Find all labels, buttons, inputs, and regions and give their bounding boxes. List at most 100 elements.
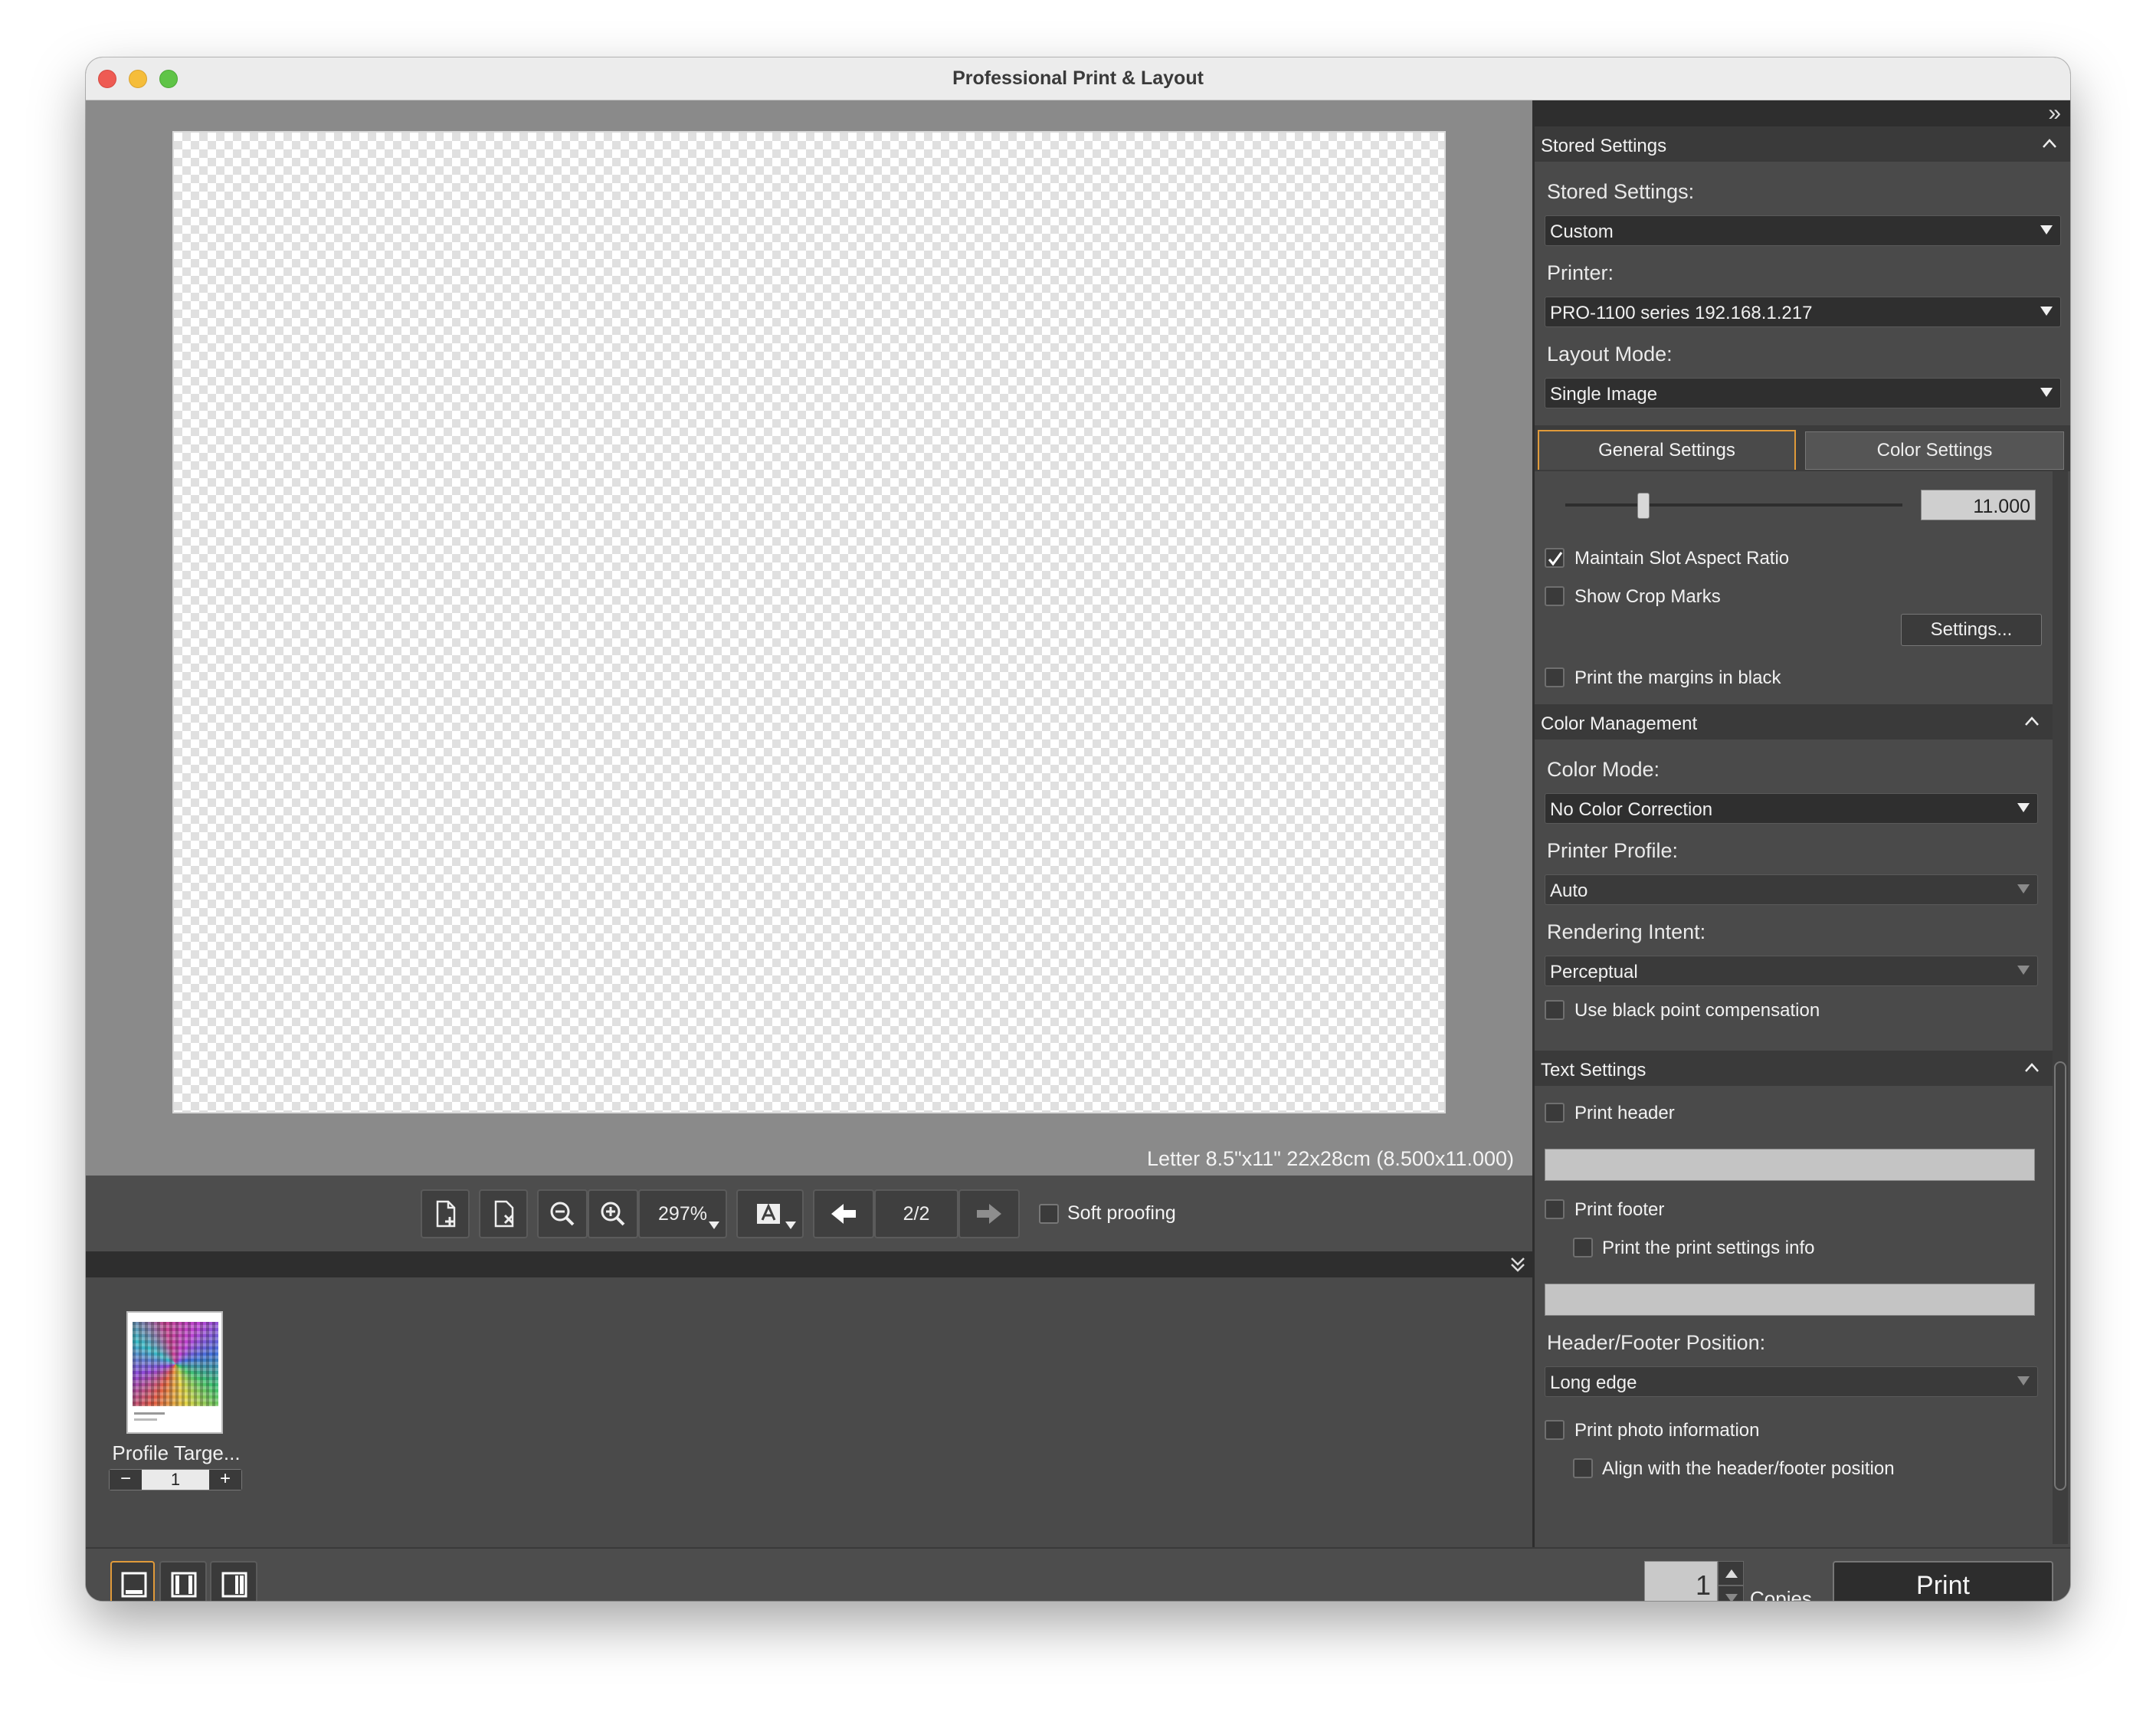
copies-down-button[interactable] [1718,1585,1744,1601]
black-point-compensation-checkbox[interactable] [1545,1000,1565,1020]
zoom-in-icon [601,1202,625,1226]
stored-settings-dropdown[interactable]: Custom [1545,215,2061,246]
stored-settings-value: Custom [1550,221,1614,242]
text-box-icon [757,1203,780,1224]
add-page-icon [436,1200,456,1228]
increment-button[interactable]: + [209,1470,241,1490]
filmstrip: Profile Targe... − 1 + [86,1277,1532,1547]
text-settings-title: Text Settings [1541,1060,1646,1080]
rendering-intent-value: Perceptual [1550,962,1638,982]
header-text-field[interactable] [1545,1149,2035,1181]
copies-up-button[interactable] [1718,1561,1744,1585]
previous-page-button[interactable] [813,1189,874,1238]
thumbnail-caption-line [134,1412,165,1415]
panel-header-bar: » [1535,100,2070,126]
delete-page-button[interactable] [479,1189,528,1238]
arrow-down-icon [1725,1594,1738,1601]
zoom-in-button[interactable] [588,1189,638,1238]
soft-proofing-checkbox[interactable] [1039,1204,1059,1224]
dropdown-arrow-icon [2017,884,2030,894]
stored-settings-header[interactable]: Stored Settings [1535,126,2070,162]
margins-black-label: Print the margins in black [1574,667,1781,688]
arrow-left-icon [831,1204,856,1224]
dropdown-arrow-icon [2040,307,2053,316]
add-page-button[interactable] [421,1189,470,1238]
window-title: Professional Print & Layout [952,67,1204,89]
settings-panel: » Stored Settings Stored Settings: Custo… [1532,100,2070,1547]
dropdown-arrow-icon [709,1221,719,1229]
header-footer-position-dropdown[interactable]: Long edge [1545,1366,2038,1397]
filmstrip-header [86,1251,1532,1277]
show-crop-marks-checkbox[interactable] [1545,586,1565,606]
dropdown-arrow-icon [2017,1376,2030,1385]
print-photo-info-checkbox[interactable] [1545,1420,1565,1440]
slider-track[interactable] [1565,503,1902,507]
copies-stepper: − 1 + [109,1469,242,1490]
copies-label: Copies [1750,1587,1812,1601]
slider-thumb[interactable] [1637,493,1650,519]
dropdown-arrow-icon [785,1221,796,1229]
layout-split-view-button[interactable] [159,1561,207,1601]
text-overlay-menu[interactable] [736,1189,804,1238]
soft-proofing-label: Soft proofing [1067,1202,1176,1224]
align-header-footer-checkbox[interactable] [1573,1458,1593,1478]
dropdown-arrow-icon [2017,803,2030,812]
chevron-up-icon [2025,1063,2039,1072]
text-settings-header[interactable]: Text Settings [1535,1051,2053,1086]
rendering-intent-label: Rendering Intent: [1547,920,1706,943]
tab-color-settings[interactable]: Color Settings [1805,431,2064,470]
thumbnail-label: Profile Targe... [112,1441,241,1464]
printer-label: Printer: [1547,261,1614,284]
footer-text-field[interactable] [1545,1284,2035,1316]
print-footer-label: Print footer [1574,1199,1665,1220]
print-header-label: Print header [1574,1103,1675,1123]
single-panel-icon [121,1572,147,1598]
next-page-button[interactable] [958,1189,1020,1238]
show-crop-marks-label: Show Crop Marks [1574,586,1721,607]
printer-value: PRO-1100 series 192.168.1.217 [1550,303,1813,323]
maintain-aspect-label: Maintain Slot Aspect Ratio [1574,548,1790,569]
rendering-intent-dropdown[interactable]: Perceptual [1545,956,2038,986]
print-footer-checkbox[interactable] [1545,1199,1565,1219]
split-panel-icon [171,1572,197,1598]
collapse-filmstrip-icon[interactable] [1508,1254,1528,1274]
decrement-button[interactable]: − [110,1470,142,1490]
crop-settings-button[interactable]: Settings... [1901,614,2042,646]
maintain-aspect-checkbox[interactable] [1545,548,1565,568]
tab-general-settings[interactable]: General Settings [1538,430,1796,470]
printer-dropdown[interactable]: PRO-1100 series 192.168.1.217 [1545,297,2061,327]
print-settings-info-label: Print the print settings info [1602,1238,1815,1258]
layout-mode-dropdown[interactable]: Single Image [1545,378,2061,408]
printer-profile-dropdown[interactable]: Auto [1545,874,2038,905]
print-header-checkbox[interactable] [1545,1103,1565,1123]
copies-input[interactable]: 1 [1644,1561,1718,1601]
color-management-header[interactable]: Color Management [1535,704,2053,739]
collapse-panel-icon[interactable]: » [2048,100,2061,126]
color-mode-value: No Color Correction [1550,799,1713,820]
zoom-out-icon [550,1202,575,1226]
page-preview-canvas[interactable] [172,131,1446,1113]
zoom-level-value: 297% [658,1202,707,1225]
scrollbar-thumb[interactable] [2054,1061,2066,1490]
zoom-level-dropdown[interactable]: 297% [638,1189,727,1238]
slider-value-input[interactable]: 11.000 [1921,490,2036,520]
thumbnail-caption-line [134,1418,157,1421]
zoom-out-button[interactable] [537,1189,588,1238]
print-settings-info-checkbox[interactable] [1573,1238,1593,1258]
print-photo-info-label: Print photo information [1574,1420,1760,1441]
layout-sidebar-view-button[interactable] [210,1561,257,1601]
color-mode-dropdown[interactable]: No Color Correction [1545,793,2038,824]
margins-black-checkbox[interactable] [1545,667,1565,687]
layout-single-view-button[interactable] [110,1561,155,1601]
thumbnail-profile-target[interactable] [126,1311,223,1434]
checkmark-icon [1548,552,1563,566]
stored-settings-title: Stored Settings [1541,136,1667,156]
dropdown-arrow-icon [2040,225,2053,234]
dropdown-arrow-icon [2017,966,2030,975]
bottom-bar: 1 Copies Print [86,1547,2070,1601]
arrow-right-icon [977,1204,1001,1224]
print-button[interactable]: Print [1833,1561,2053,1601]
layout-mode-value: Single Image [1550,384,1658,405]
panel-scrollbar[interactable] [2053,471,2068,1544]
thumbnail-count[interactable]: 1 [142,1470,209,1490]
